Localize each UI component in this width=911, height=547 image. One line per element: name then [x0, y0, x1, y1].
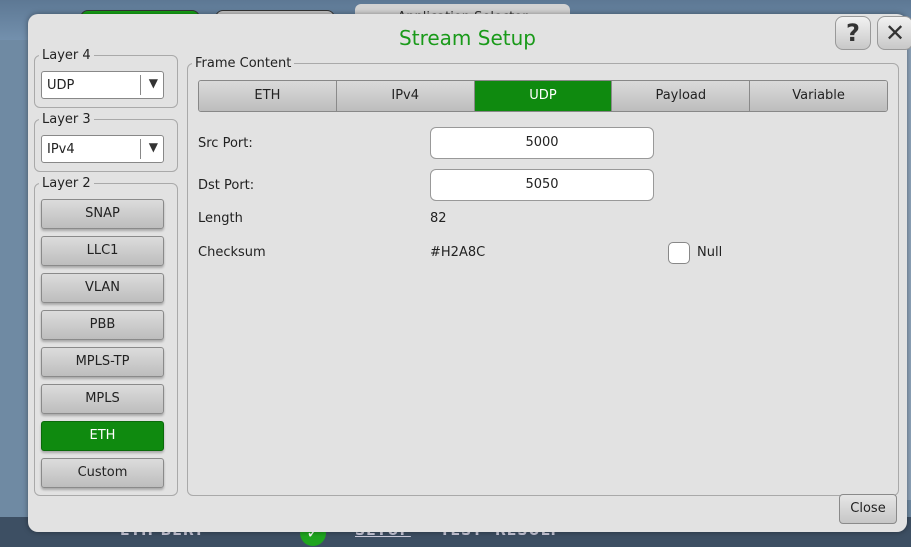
- select-separator: [140, 139, 141, 159]
- tab-udp[interactable]: UDP: [474, 81, 613, 111]
- layer2-eth-button[interactable]: ETH: [41, 421, 164, 451]
- tab-variable[interactable]: Variable: [750, 81, 887, 111]
- frame-content-legend: Frame Content: [195, 56, 292, 71]
- layer2-mpls-tp-button[interactable]: MPLS-TP: [41, 347, 164, 377]
- help-icon[interactable]: ?: [835, 16, 871, 50]
- layer2-llc1-button[interactable]: LLC1: [41, 236, 164, 266]
- layer4-select-value: UDP: [47, 78, 75, 93]
- dialog-title: Stream Setup: [399, 26, 536, 50]
- dst-port-input[interactable]: 5050: [430, 169, 654, 201]
- layer3-legend: Layer 3: [42, 112, 91, 127]
- layer2-snap-button[interactable]: SNAP: [41, 199, 164, 229]
- layer3-group: Layer 3 IPv4 ▼: [34, 112, 178, 172]
- frame-content-group: Frame Content: [187, 56, 899, 496]
- tab-eth[interactable]: ETH: [199, 81, 337, 111]
- dropdown-arrow-icon: ▼: [148, 140, 158, 154]
- tab-ipv4[interactable]: IPv4: [336, 81, 475, 111]
- src-port-input[interactable]: 5000: [430, 127, 654, 159]
- src-port-label: Src Port:: [198, 136, 253, 151]
- dropdown-arrow-icon: ▼: [148, 76, 158, 90]
- layer2-group: Layer 2 SNAP LLC1 VLAN PBB MPLS-TP MPLS …: [34, 176, 178, 496]
- tab-payload[interactable]: Payload: [612, 81, 751, 111]
- close-button[interactable]: Close: [839, 494, 897, 524]
- stream-setup-dialog: Stream Setup ? ✕ Layer 4 UDP ▼ Layer 3 I…: [28, 14, 911, 532]
- checksum-value: #H2A8C: [430, 245, 486, 260]
- close-icon[interactable]: ✕: [877, 16, 911, 50]
- null-checkbox[interactable]: [668, 242, 690, 264]
- layer4-group: Layer 4 UDP ▼: [34, 48, 178, 108]
- layer4-legend: Layer 4: [42, 48, 91, 63]
- length-label: Length: [198, 211, 243, 226]
- layer2-vlan-button[interactable]: VLAN: [41, 273, 164, 303]
- frame-content-tabs: ETH IPv4 UDP Payload Variable: [198, 80, 888, 112]
- select-separator: [140, 75, 141, 95]
- checksum-label: Checksum: [198, 245, 266, 260]
- length-value: 82: [430, 211, 447, 226]
- dst-port-label: Dst Port:: [198, 178, 255, 193]
- null-checkbox-label: Null: [697, 245, 723, 260]
- layer2-mpls-button[interactable]: MPLS: [41, 384, 164, 414]
- layer2-custom-button[interactable]: Custom: [41, 458, 164, 488]
- layer3-select-value: IPv4: [47, 142, 75, 157]
- layer4-select[interactable]: UDP ▼: [41, 71, 164, 99]
- layer3-select[interactable]: IPv4 ▼: [41, 135, 164, 163]
- layer2-legend: Layer 2: [42, 176, 91, 191]
- layer2-pbb-button[interactable]: PBB: [41, 310, 164, 340]
